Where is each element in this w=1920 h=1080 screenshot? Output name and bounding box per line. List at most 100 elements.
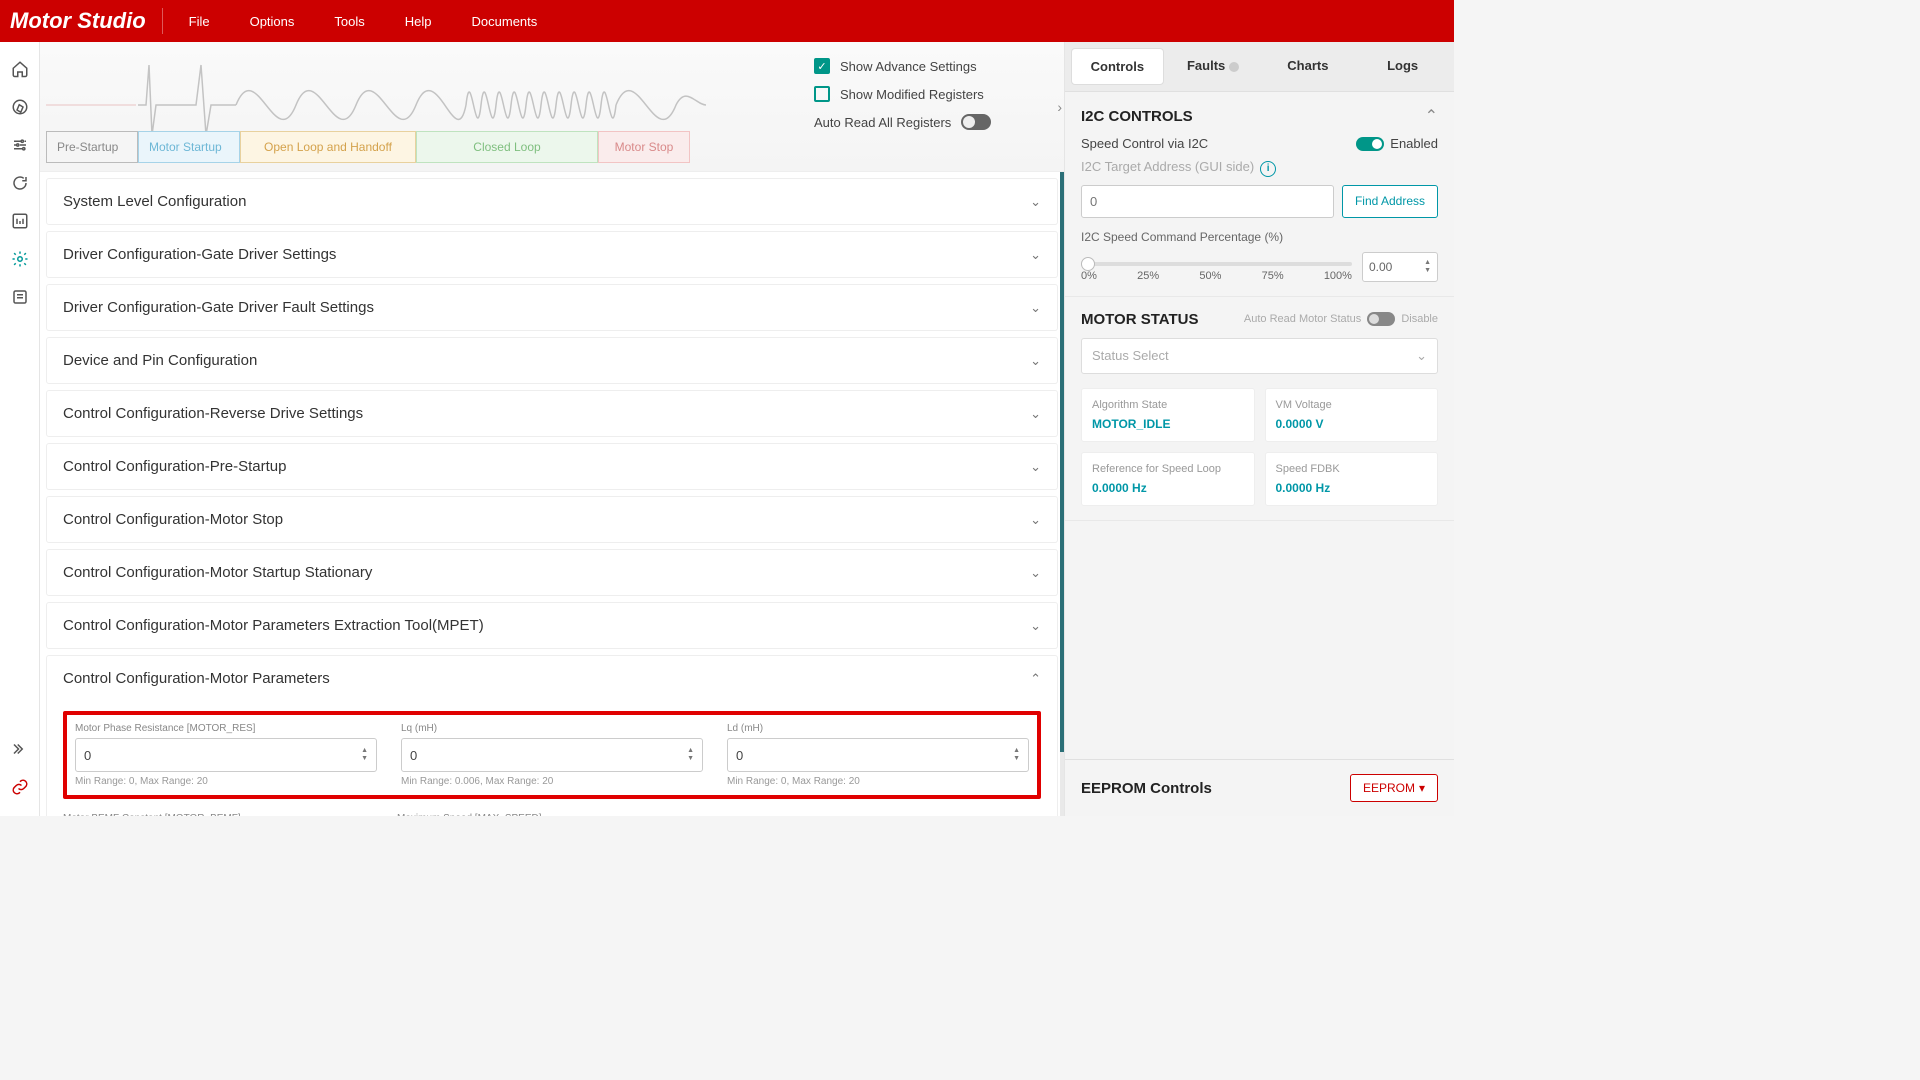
show-modified-label: Show Modified Registers — [840, 87, 984, 102]
motor-res-label: Motor Phase Resistance [MOTOR_RES] — [75, 723, 377, 734]
motor-status-title: MOTOR STATUS — [1081, 311, 1199, 328]
chevron-down-icon: ⌄ — [1030, 406, 1041, 422]
faults-badge — [1229, 62, 1239, 72]
menu-options[interactable]: Options — [232, 8, 313, 35]
menu-tools[interactable]: Tools — [316, 8, 382, 35]
acc-mpet[interactable]: Control Configuration-Motor Parameters E… — [47, 603, 1057, 648]
compass-icon[interactable] — [11, 98, 29, 116]
phase-openloop[interactable]: Open Loop and Handoff — [240, 131, 416, 163]
speed-slider[interactable] — [1081, 262, 1352, 266]
acc-motor-params: Control Configuration-Motor Parameters ⌃… — [46, 655, 1058, 816]
chevron-down-icon: ⌄ — [1030, 353, 1041, 369]
phase-closedloop[interactable]: Closed Loop — [416, 131, 598, 163]
auto-read-status-toggle[interactable] — [1367, 312, 1395, 326]
acc-motorstop[interactable]: Control Configuration-Motor Stop⌄ — [47, 497, 1057, 542]
status-select[interactable]: Status Select ⌄ — [1081, 338, 1438, 374]
show-advance-label: Show Advance Settings — [840, 59, 977, 74]
lq-label: Lq (mH) — [401, 723, 703, 734]
menu-help[interactable]: Help — [387, 8, 450, 35]
chevron-up-icon[interactable]: ⌃ — [1425, 106, 1438, 126]
auto-read-toggle[interactable] — [961, 114, 991, 130]
motor-res-input[interactable]: 0▲▼ — [75, 738, 377, 772]
ld-input[interactable]: 0▲▼ — [727, 738, 1029, 772]
i2c-controls-section: I2C CONTROLS ⌃ Speed Control via I2C Ena… — [1065, 92, 1454, 297]
chevron-down-icon: ⌄ — [1030, 300, 1041, 316]
acc-startup-stationary[interactable]: Control Configuration-Motor Startup Stat… — [47, 550, 1057, 595]
menu-file[interactable]: File — [171, 8, 228, 35]
speed-ctrl-toggle[interactable] — [1356, 137, 1384, 151]
tab-controls[interactable]: Controls — [1071, 48, 1164, 85]
menu-items: File Options Tools Help Documents — [171, 8, 556, 35]
tab-faults[interactable]: Faults — [1168, 48, 1259, 85]
sliders-icon[interactable] — [11, 136, 29, 154]
speed-value-input[interactable]: 0.00▲▼ — [1362, 252, 1438, 282]
center-scrollbar[interactable] — [1060, 172, 1064, 816]
app-title: Motor Studio — [10, 8, 163, 34]
status-vm-card: VM Voltage 0.0000 V — [1265, 388, 1439, 442]
target-addr-label: I2C Target Address (GUI side)i — [1081, 159, 1276, 177]
eeprom-bar: EEPROM Controls EEPROM▾ — [1065, 759, 1454, 816]
gear-icon[interactable] — [11, 250, 29, 268]
eeprom-button[interactable]: EEPROM▾ — [1350, 774, 1438, 802]
acc-prestartup[interactable]: Control Configuration-Pre-Startup⌄ — [47, 444, 1057, 489]
show-modified-checkbox[interactable] — [814, 86, 830, 102]
disable-label: Disable — [1401, 313, 1438, 325]
i2c-title: I2C CONTROLS — [1081, 108, 1193, 125]
i2c-address-input[interactable] — [1081, 185, 1334, 218]
status-refspeed-card: Reference for Speed Loop 0.0000 Hz — [1081, 452, 1255, 506]
rotate-icon[interactable] — [11, 174, 29, 192]
tab-logs[interactable]: Logs — [1357, 48, 1448, 85]
eeprom-title: EEPROM Controls — [1081, 780, 1212, 797]
maxspeed-label: Maximum Speed [MAX_SPEED] — [397, 813, 707, 816]
chevron-down-icon: ⌄ — [1030, 247, 1041, 263]
stepper-icon[interactable]: ▲▼ — [361, 748, 368, 762]
chevron-down-icon: ⌄ — [1416, 348, 1427, 364]
chevron-down-icon: ⌄ — [1030, 459, 1041, 475]
hero-collapse-chevron[interactable]: › — [1057, 99, 1062, 115]
acc-gate-driver-fault[interactable]: Driver Configuration-Gate Driver Fault S… — [47, 285, 1057, 330]
registers-icon[interactable] — [11, 288, 29, 306]
status-speedfdbk-card: Speed FDBK 0.0000 Hz — [1265, 452, 1439, 506]
acc-system-level[interactable]: System Level Configuration⌄ — [47, 179, 1057, 224]
speed-ctrl-label: Speed Control via I2C — [1081, 136, 1208, 151]
waveform-hero: Pre-Startup Motor Startup Open Loop and … — [40, 42, 1064, 172]
find-address-button[interactable]: Find Address — [1342, 185, 1438, 218]
enabled-label: Enabled — [1390, 136, 1438, 151]
center-panel: Pre-Startup Motor Startup Open Loop and … — [40, 42, 1064, 816]
info-icon[interactable]: i — [1260, 161, 1276, 177]
motor-res-helper: Min Range: 0, Max Range: 20 — [75, 776, 377, 787]
stepper-icon[interactable]: ▲▼ — [687, 748, 694, 762]
expand-icon[interactable] — [11, 740, 29, 758]
acc-reverse-drive[interactable]: Control Configuration-Reverse Drive Sett… — [47, 391, 1057, 436]
caret-down-icon: ▾ — [1419, 781, 1425, 795]
hero-settings: ✓ Show Advance Settings Show Modified Re… — [804, 42, 1064, 171]
ld-label: Ld (mH) — [727, 723, 1029, 734]
chevron-down-icon: ⌄ — [1030, 618, 1041, 634]
chevron-down-icon: ⌄ — [1030, 512, 1041, 528]
acc-motor-params-header[interactable]: Control Configuration-Motor Parameters ⌃ — [47, 656, 1057, 701]
chevron-down-icon: ⌄ — [1030, 565, 1041, 581]
acc-device-pin[interactable]: Device and Pin Configuration⌄ — [47, 338, 1057, 383]
phase-prestartup[interactable]: Pre-Startup — [46, 131, 138, 163]
slider-ticks: 0%25%50%75%100% — [1081, 270, 1352, 282]
highlighted-params: Motor Phase Resistance [MOTOR_RES] 0▲▼ M… — [63, 711, 1041, 799]
status-algorithm-card: Algorithm State MOTOR_IDLE — [1081, 388, 1255, 442]
chevron-down-icon: ⌄ — [1030, 194, 1041, 210]
stepper-icon[interactable]: ▲▼ — [1013, 748, 1020, 762]
speed-cmd-label: I2C Speed Command Percentage (%) — [1081, 230, 1283, 244]
lq-input[interactable]: 0▲▼ — [401, 738, 703, 772]
acc-gate-driver[interactable]: Driver Configuration-Gate Driver Setting… — [47, 232, 1057, 277]
show-advance-checkbox[interactable]: ✓ — [814, 58, 830, 74]
menu-documents[interactable]: Documents — [454, 8, 556, 35]
phase-motorstartup[interactable]: Motor Startup — [138, 131, 240, 163]
stepper-icon[interactable]: ▲▼ — [1424, 260, 1431, 274]
tab-charts[interactable]: Charts — [1263, 48, 1354, 85]
lq-helper: Min Range: 0.006, Max Range: 20 — [401, 776, 703, 787]
accordion-list: System Level Configuration⌄ Driver Confi… — [40, 172, 1064, 816]
left-nav-rail — [0, 42, 40, 816]
bar-chart-icon[interactable] — [11, 212, 29, 230]
home-icon[interactable] — [11, 60, 29, 78]
link-icon[interactable] — [11, 778, 29, 796]
phase-motorstop[interactable]: Motor Stop — [598, 131, 690, 163]
auto-read-status-label: Auto Read Motor Status — [1244, 313, 1361, 325]
